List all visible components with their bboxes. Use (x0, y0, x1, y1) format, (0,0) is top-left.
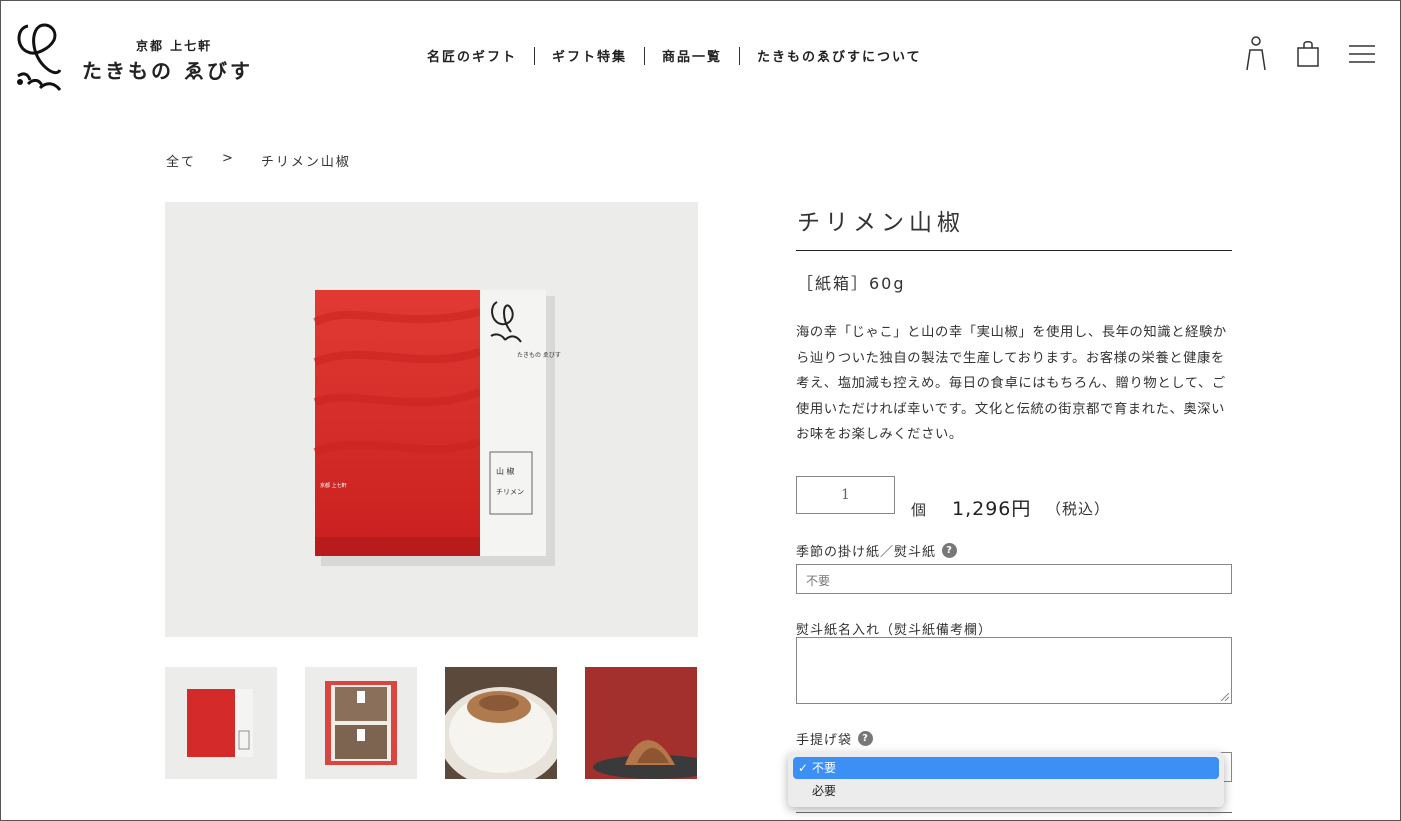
product-box-illustration: たきもの ゑびす 山 椒 チリメン 京都 上七軒 (313, 290, 561, 566)
bag-option-label: 必要 (812, 784, 837, 798)
noshi-name-label: 熨斗紙名入れ（熨斗紙備考欄） (796, 623, 993, 638)
product-title: チリメン山椒 (797, 210, 965, 236)
tax-note: （税込） (1046, 500, 1111, 518)
bag-label-row: 手提げ袋 ? (796, 729, 874, 748)
menu-icon[interactable] (1348, 44, 1376, 64)
header-icons (1240, 36, 1380, 72)
nav-item-masters-gift[interactable]: 名匠のギフト (410, 46, 534, 65)
box-side-text: 京都 上七軒 (320, 482, 347, 489)
bag-option-needed[interactable]: 必要 (793, 780, 1219, 802)
nav-item-products[interactable]: 商品一覧 (645, 46, 739, 65)
bag-label: 手提げ袋 (796, 733, 853, 748)
noshi-select[interactable]: 不要 (796, 564, 1232, 594)
brand-subtitle: 京都 上七軒 (136, 39, 213, 53)
product-spec: ［紙箱］60g (797, 274, 906, 293)
help-icon[interactable]: ? (858, 731, 874, 746)
thumbnail-plate[interactable] (585, 667, 697, 779)
quantity-unit: 個 (911, 501, 927, 519)
noshi-label-row: 季節の掛け紙／熨斗紙 ? (796, 541, 958, 560)
brand-name[interactable]: たきもの ゑびす (82, 55, 253, 84)
bag-option-unneeded[interactable]: ✓ 不要 (793, 757, 1219, 779)
bag-icon[interactable] (1296, 40, 1320, 68)
help-icon[interactable]: ? (942, 543, 958, 558)
product-price: 1,296円 (952, 498, 1032, 520)
box-brand-text: たきもの ゑびす (517, 351, 561, 359)
breadcrumb-root[interactable]: 全て (166, 151, 196, 170)
product-description: 海の幸「じゃこ」と山の幸「実山椒」を使用し、長年の知識と経験から辿りついた独自の… (796, 325, 1227, 442)
breadcrumb: 全て > チリメン山椒 (166, 151, 351, 170)
thumbnail-rice[interactable] (445, 667, 557, 779)
product-main-image: たきもの ゑびす 山 椒 チリメン 京都 上七軒 (165, 202, 698, 637)
breadcrumb-current: チリメン山椒 (260, 155, 351, 170)
resize-handle-icon[interactable] (1221, 693, 1229, 701)
check-icon: ✓ (798, 761, 809, 775)
noshi-label: 季節の掛け紙／熨斗紙 (796, 545, 937, 560)
nav-item-about[interactable]: たきものゑびすについて (740, 46, 939, 65)
nav-item-gift-feature[interactable]: ギフト特集 (535, 46, 644, 65)
thumbnail-box[interactable] (165, 667, 277, 779)
bag-option-label: 不要 (812, 761, 837, 775)
box-label-sansho: 山 椒 (496, 466, 515, 476)
quantity-input[interactable] (796, 476, 895, 514)
title-divider (796, 250, 1232, 251)
brand-logo-icon[interactable] (14, 18, 70, 94)
user-icon[interactable] (1244, 36, 1268, 72)
bag-dropdown-menu: ✓ 不要 必要 (788, 752, 1224, 807)
noshi-name-textarea[interactable] (796, 637, 1232, 704)
thumbnail-strip (165, 667, 697, 779)
section-divider (796, 812, 1232, 813)
noshi-name-label-row: 熨斗紙名入れ（熨斗紙備考欄） (796, 619, 992, 638)
box-label-chirimen: チリメン (496, 488, 524, 496)
main-nav: 名匠のギフト ギフト特集 商品一覧 たきものゑびすについて (410, 46, 939, 65)
thumbnail-open-box[interactable] (305, 667, 417, 779)
breadcrumb-separator: > (222, 151, 235, 166)
